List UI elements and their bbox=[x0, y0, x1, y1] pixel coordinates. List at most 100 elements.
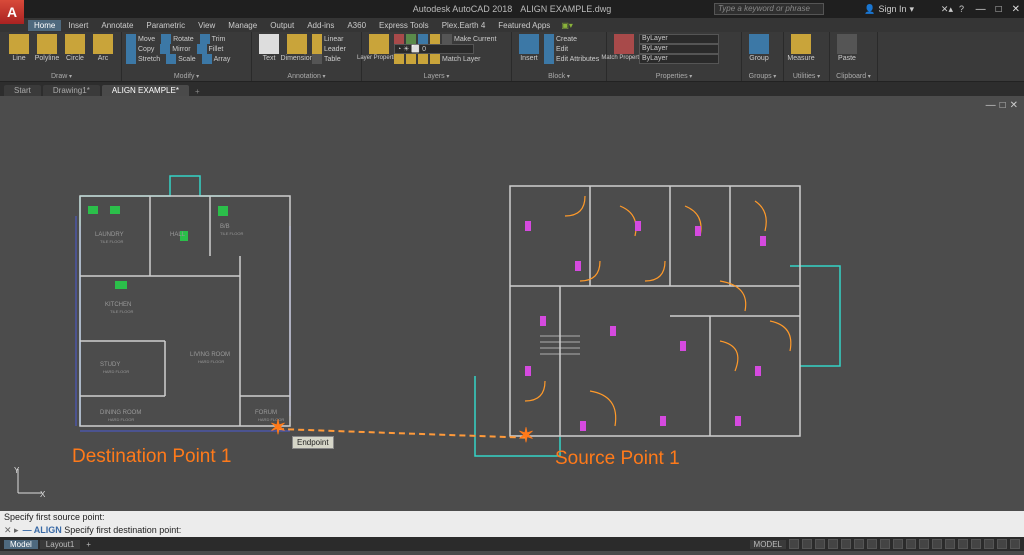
layer-dropdown[interactable]: ◔ ☀ ⬜ 0 bbox=[394, 44, 474, 54]
tab-plex[interactable]: Plex.Earth 4 bbox=[436, 20, 492, 31]
measure-button[interactable]: Measure bbox=[788, 34, 814, 62]
window-maximize[interactable]: □ bbox=[996, 4, 1002, 15]
trim-button[interactable]: Trim bbox=[212, 36, 226, 43]
exchange-icon[interactable]: ✕▴ bbox=[941, 4, 953, 15]
osnap-icon[interactable] bbox=[841, 539, 851, 549]
tab-home[interactable]: Home bbox=[28, 20, 61, 31]
line-button[interactable]: Line bbox=[6, 34, 32, 62]
otrack-icon[interactable] bbox=[854, 539, 864, 549]
lineweight-icon[interactable] bbox=[867, 539, 877, 549]
fillet-button[interactable]: Fillet bbox=[209, 46, 224, 53]
file-tab-align-example[interactable]: ALIGN EXAMPLE* bbox=[102, 85, 189, 96]
tab-a360[interactable]: A360 bbox=[341, 20, 372, 31]
keyword-search[interactable]: Type a keyword or phrase bbox=[714, 3, 824, 15]
match-properties-button[interactable]: Match Properties bbox=[611, 34, 637, 61]
tab-view[interactable]: View bbox=[192, 20, 221, 31]
app-logo[interactable]: A bbox=[0, 0, 24, 24]
paste-button[interactable]: Paste bbox=[834, 34, 860, 62]
add-layout[interactable]: + bbox=[82, 540, 95, 549]
hardware-accel-icon[interactable] bbox=[984, 539, 994, 549]
panel-modify-title[interactable]: Modify bbox=[126, 72, 247, 81]
viewport-close[interactable]: ✕ bbox=[1010, 100, 1018, 111]
array-button[interactable]: Array bbox=[214, 56, 231, 63]
leader-button[interactable]: Leader bbox=[324, 46, 346, 53]
rotate-button[interactable]: Rotate bbox=[173, 36, 194, 43]
polyline-button[interactable]: Polyline bbox=[34, 34, 60, 62]
make-current-button[interactable]: Make Current bbox=[454, 36, 496, 43]
text-button[interactable]: Text bbox=[256, 34, 282, 62]
copy-button[interactable]: Copy bbox=[138, 46, 154, 53]
tab-featured[interactable]: Featured Apps bbox=[492, 20, 556, 31]
scale-button[interactable]: Scale bbox=[178, 56, 196, 63]
panel-block-title[interactable]: Block bbox=[516, 72, 602, 81]
panel-clipboard-title[interactable]: Clipboard bbox=[834, 72, 873, 81]
command-line[interactable]: ✕ ▸ — ALIGN Specify first destination po… bbox=[0, 523, 1024, 537]
model-tab[interactable]: Model bbox=[4, 540, 38, 549]
linear-button[interactable]: Linear bbox=[324, 36, 343, 43]
svg-text:X: X bbox=[40, 490, 46, 499]
cleanscreen-icon[interactable] bbox=[997, 539, 1007, 549]
destination-point-marker: ✶ bbox=[270, 423, 287, 433]
arc-button[interactable]: Arc bbox=[90, 34, 116, 62]
viewport-minimize[interactable]: — bbox=[986, 100, 996, 111]
polar-icon[interactable] bbox=[828, 539, 838, 549]
table-button[interactable]: Table bbox=[324, 56, 341, 63]
help-icon[interactable]: ? bbox=[959, 4, 964, 15]
units-icon[interactable] bbox=[945, 539, 955, 549]
window-minimize[interactable]: — bbox=[976, 4, 986, 15]
svg-text:LAUNDRY: LAUNDRY bbox=[95, 232, 124, 238]
new-file-tab[interactable]: + bbox=[191, 87, 204, 96]
tab-express[interactable]: Express Tools bbox=[373, 20, 435, 31]
circle-button[interactable]: Circle bbox=[62, 34, 88, 62]
ribbon-collapse-icon[interactable]: ▣▾ bbox=[561, 21, 573, 30]
color-dropdown[interactable]: ByLayer bbox=[639, 34, 719, 44]
isolate-icon[interactable] bbox=[971, 539, 981, 549]
ribbon-tabs: Home Insert Annotate Parametric View Man… bbox=[0, 18, 1024, 32]
annotation-monitor-icon[interactable] bbox=[932, 539, 942, 549]
create-block-button[interactable]: Create bbox=[556, 36, 577, 43]
ortho-icon[interactable] bbox=[815, 539, 825, 549]
file-tab-start[interactable]: Start bbox=[4, 85, 41, 96]
command-icons[interactable]: ✕ ▸ bbox=[4, 525, 19, 536]
tab-annotate[interactable]: Annotate bbox=[95, 20, 139, 31]
transparency-icon[interactable] bbox=[880, 539, 890, 549]
panel-layers-title[interactable]: Layers bbox=[366, 72, 507, 81]
layer-properties-button[interactable]: Layer Properties bbox=[366, 34, 392, 61]
file-tab-drawing1[interactable]: Drawing1* bbox=[43, 85, 100, 96]
panel-properties-title[interactable]: Properties bbox=[611, 72, 737, 81]
grid-icon[interactable] bbox=[789, 539, 799, 549]
tab-parametric[interactable]: Parametric bbox=[140, 20, 191, 31]
edit-block-button[interactable]: Edit bbox=[556, 46, 568, 53]
layout-tab[interactable]: Layout1 bbox=[40, 540, 80, 549]
linetype-dropdown[interactable]: ByLayer bbox=[639, 54, 719, 64]
window-close[interactable]: ✕ bbox=[1012, 4, 1020, 15]
drawing-canvas[interactable]: — □ ✕ LAUNDRY TILE FLOOR HALL B/B TILE F… bbox=[0, 96, 1024, 511]
panel-draw-title[interactable]: Draw bbox=[6, 72, 117, 81]
sign-in-button[interactable]: 👤 Sign In ▾ bbox=[864, 4, 914, 15]
move-button[interactable]: Move bbox=[138, 36, 155, 43]
edit-attributes-button[interactable]: Edit Attributes bbox=[556, 56, 599, 63]
insert-button[interactable]: Insert bbox=[516, 34, 542, 62]
tab-addins[interactable]: Add-ins bbox=[301, 20, 340, 31]
dimension-button[interactable]: Dimension bbox=[284, 34, 310, 62]
snap-icon[interactable] bbox=[802, 539, 812, 549]
stretch-button[interactable]: Stretch bbox=[138, 56, 160, 63]
quickprops-icon[interactable] bbox=[958, 539, 968, 549]
tab-insert[interactable]: Insert bbox=[62, 20, 94, 31]
annotation-scale-icon[interactable] bbox=[906, 539, 916, 549]
tab-output[interactable]: Output bbox=[264, 20, 300, 31]
viewport-maximize[interactable]: □ bbox=[1000, 100, 1006, 111]
workspace-icon[interactable] bbox=[919, 539, 929, 549]
status-model-label[interactable]: MODEL bbox=[750, 540, 786, 549]
tab-manage[interactable]: Manage bbox=[222, 20, 263, 31]
mirror-button[interactable]: Mirror bbox=[172, 46, 190, 53]
lineweight-dropdown[interactable]: ByLayer bbox=[639, 44, 719, 54]
panel-layers: Layer Properties Make Current ◔ ☀ ⬜ 0 Ma… bbox=[362, 32, 512, 81]
panel-annotation-title[interactable]: Annotation bbox=[256, 72, 357, 81]
customize-icon[interactable] bbox=[1010, 539, 1020, 549]
cycling-icon[interactable] bbox=[893, 539, 903, 549]
panel-groups-title[interactable]: Groups bbox=[746, 72, 779, 81]
panel-utilities-title[interactable]: Utilities bbox=[788, 72, 825, 81]
group-button[interactable]: Group bbox=[746, 34, 772, 62]
match-layer-button[interactable]: Match Layer bbox=[442, 56, 481, 63]
